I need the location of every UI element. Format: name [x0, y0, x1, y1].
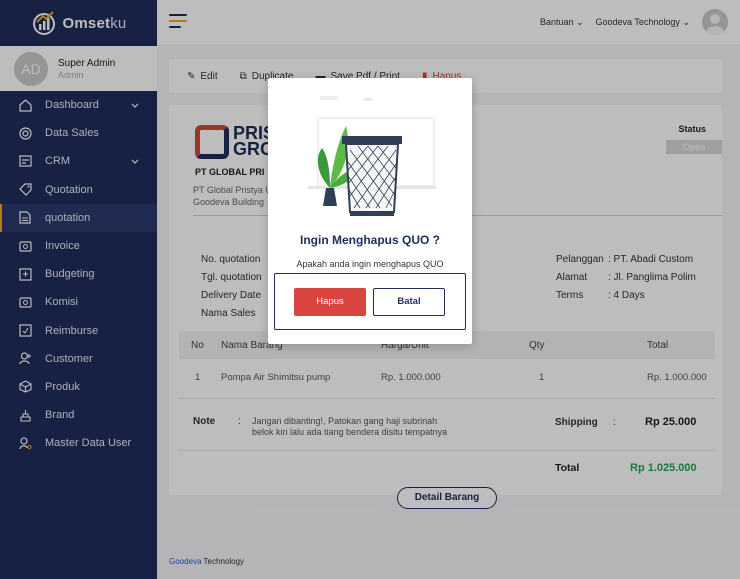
modal-message: Apakah anda ingin menghapus QUO	[296, 259, 444, 269]
delete-confirm-modal: Ingin Menghapus QUO ? Apakah anda ingin …	[268, 78, 472, 344]
trash-bin-illustration-icon	[308, 96, 436, 216]
modal-actions: Hapus Batal	[274, 273, 466, 330]
confirm-delete-button[interactable]: Hapus	[294, 288, 366, 316]
modal-title: Ingin Menghapus QUO ?	[300, 233, 440, 247]
cancel-button[interactable]: Batal	[373, 288, 445, 316]
